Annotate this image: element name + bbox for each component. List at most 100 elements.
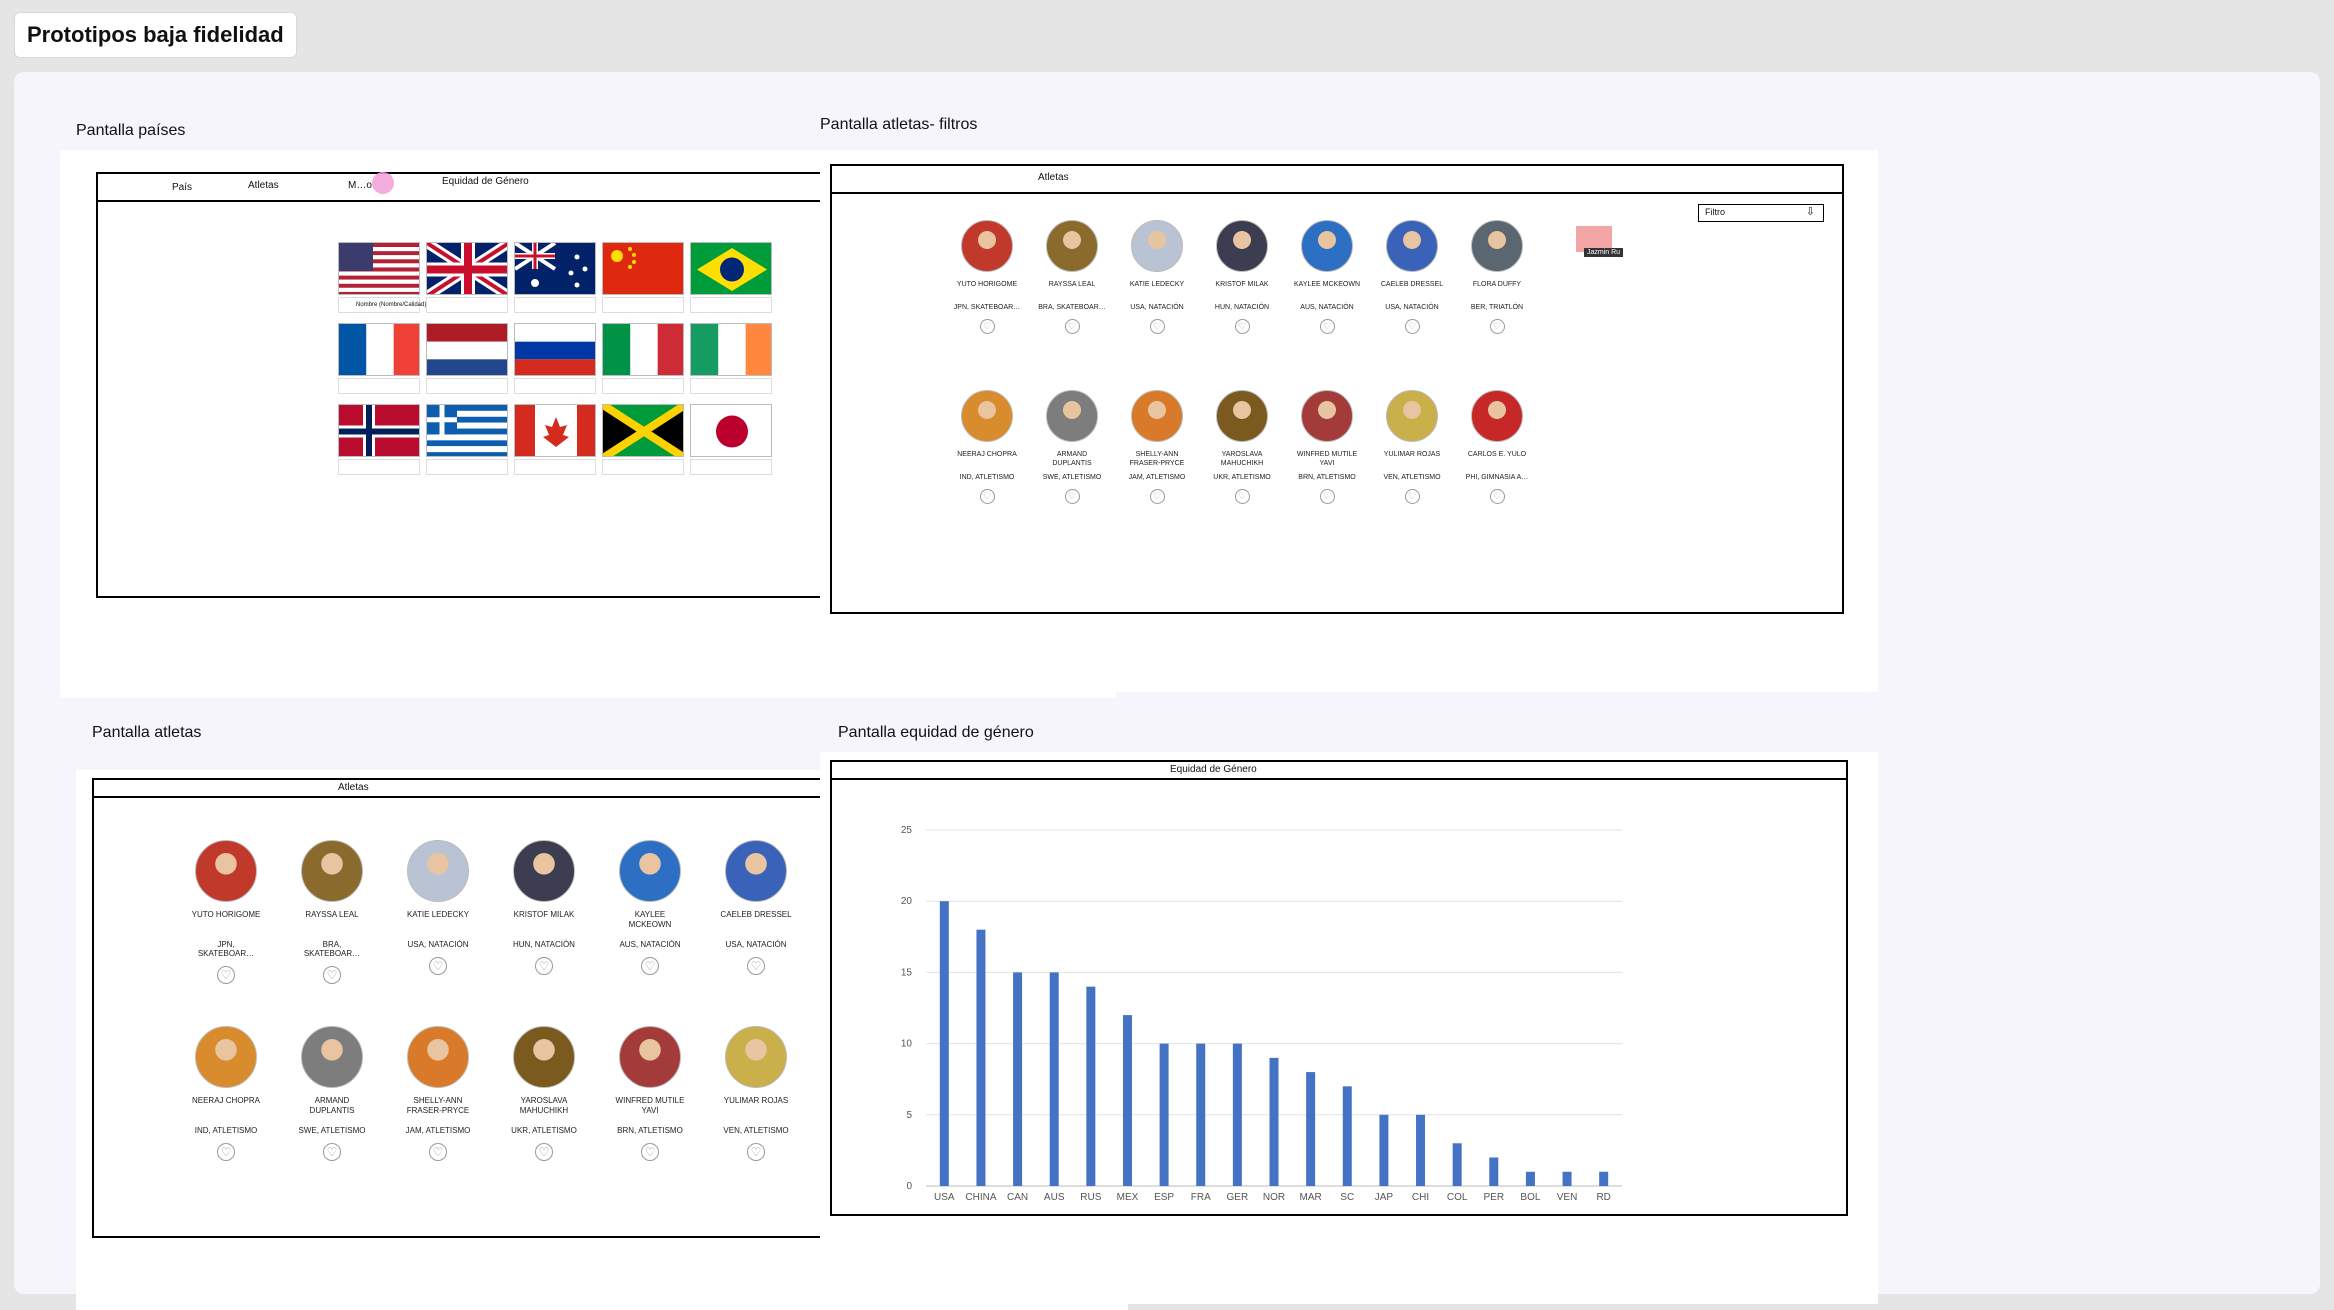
heart-icon[interactable]: ♡ bbox=[323, 1143, 341, 1161]
flag-russia[interactable] bbox=[514, 323, 596, 394]
heart-icon[interactable]: ♡ bbox=[1234, 489, 1250, 505]
flag-ireland[interactable] bbox=[690, 323, 772, 394]
flag-brazil[interactable] bbox=[690, 242, 772, 313]
heart-icon[interactable]: ♡ bbox=[323, 966, 341, 984]
heart-icon[interactable]: ♡ bbox=[217, 966, 235, 984]
bar-nor bbox=[1269, 1057, 1279, 1186]
heart-icon[interactable]: ♡ bbox=[641, 957, 659, 975]
filter-label: Filtro bbox=[1705, 207, 1725, 217]
athlete-name: KAYLEE MCKEOWN bbox=[628, 910, 672, 930]
athlete-card[interactable]: KRISTOF MILAK HUN, NATACIÓN ♡ bbox=[1207, 220, 1277, 334]
athlete-card[interactable]: KRISTOF MILAK HUN, NATACIÓN ♡ bbox=[508, 840, 580, 975]
cursor-indicator bbox=[372, 172, 394, 194]
heart-icon[interactable]: ♡ bbox=[1234, 319, 1250, 334]
x-tick-label: CHINA bbox=[965, 1192, 996, 1203]
athlete-card[interactable]: YULIMAR ROJAS VEN, ATLETISMO ♡ bbox=[720, 1026, 792, 1161]
heart-icon[interactable]: ♡ bbox=[747, 1143, 765, 1161]
athlete-card[interactable]: KAYLEE MCKEOWN AUS, NATACIÓN ♡ bbox=[1292, 220, 1362, 334]
flag-netherlands[interactable] bbox=[426, 323, 508, 394]
athlete-card[interactable]: YULIMAR ROJAS VEN, ATLETISMO ♡ bbox=[1377, 390, 1447, 504]
heart-icon[interactable]: ♡ bbox=[979, 489, 995, 504]
athlete-card[interactable]: YAROSLAVA MAHUCHIKH UKR, ATLETISMO ♡ bbox=[508, 1026, 580, 1161]
heart-icon[interactable]: ♡ bbox=[1149, 489, 1165, 505]
flag-image bbox=[426, 404, 508, 457]
flag-china[interactable] bbox=[602, 242, 684, 313]
athlete-card[interactable]: CAELEB DRESSEL USA, NATACIÓN ♡ bbox=[720, 840, 792, 975]
heart-icon[interactable]: ♡ bbox=[1404, 319, 1420, 334]
bar-can bbox=[1013, 972, 1023, 1186]
heart-icon[interactable]: ♡ bbox=[1064, 489, 1080, 505]
athlete-country: AUS, NATACIÓN bbox=[1300, 304, 1354, 311]
flag-greece[interactable] bbox=[426, 404, 508, 475]
nav-atletas[interactable]: Atletas bbox=[1038, 172, 1069, 183]
heart-icon[interactable]: ♡ bbox=[979, 319, 995, 334]
heart-icon[interactable]: ♡ bbox=[1489, 489, 1505, 504]
athlete-card[interactable]: WINFRED MUTILE YAVI BRN, ATLETISMO ♡ bbox=[614, 1026, 686, 1161]
heart-icon[interactable]: ♡ bbox=[1064, 319, 1080, 334]
heart-icon[interactable]: ♡ bbox=[217, 1143, 235, 1161]
athlete-card[interactable]: SHELLY-ANN FRASER-PRYCE JAM, ATLETISMO ♡ bbox=[402, 1026, 474, 1161]
athlete-card[interactable]: KAYLEE MCKEOWN AUS, NATACIÓN ♡ bbox=[614, 840, 686, 975]
nav-pais[interactable]: País bbox=[172, 182, 192, 193]
flag-uk[interactable] bbox=[426, 242, 508, 313]
heart-icon[interactable]: ♡ bbox=[1319, 489, 1335, 505]
heart-icon[interactable]: ♡ bbox=[1404, 489, 1420, 504]
athlete-card[interactable]: YUTO HORIGOME JPN, SKATEBOAR… ♡ bbox=[190, 840, 262, 984]
athlete-card[interactable]: SHELLY-ANN FRASER-PRYCE JAM, ATLETISMO ♡ bbox=[1122, 390, 1192, 505]
x-tick-label: MAR bbox=[1300, 1192, 1322, 1203]
athlete-card[interactable]: NEERAJ CHOPRA IND, ATLETISMO ♡ bbox=[190, 1026, 262, 1161]
athlete-card[interactable]: CAELEB DRESSEL USA, NATACIÓN ♡ bbox=[1377, 220, 1447, 334]
nav-atletas[interactable]: Atletas bbox=[338, 782, 369, 793]
athlete-photo bbox=[1386, 390, 1438, 442]
nav-atletas[interactable]: Atletas bbox=[248, 180, 279, 191]
nav-equidad[interactable]: Equidad de Género bbox=[442, 176, 529, 187]
heart-icon[interactable]: ♡ bbox=[1319, 319, 1335, 334]
x-tick-label: VEN bbox=[1557, 1192, 1578, 1203]
athlete-card[interactable]: KATIE LEDECKY USA, NATACIÓN ♡ bbox=[1122, 220, 1192, 334]
athlete-country: JAM, ATLETISMO bbox=[405, 1126, 471, 1135]
heart-icon[interactable]: ♡ bbox=[429, 1143, 447, 1161]
flag-jamaica[interactable] bbox=[602, 404, 684, 475]
athlete-card[interactable]: WINFRED MUTILE YAVI BRN, ATLETISMO ♡ bbox=[1292, 390, 1362, 505]
athlete-card[interactable]: ARMAND DUPLANTIS SWE, ATLETISMO ♡ bbox=[296, 1026, 368, 1161]
frame-equidad[interactable]: Equidad de Género 0 5 10 15 20 25 USA CHINA CAN A… bbox=[820, 752, 1878, 1304]
flag-canada[interactable] bbox=[514, 404, 596, 475]
flag-italy[interactable] bbox=[602, 323, 684, 394]
filter-dropdown[interactable]: Filtro ⇩ bbox=[1698, 204, 1824, 222]
athlete-country: UKR, ATLETISMO bbox=[1213, 474, 1271, 482]
heart-icon[interactable]: ♡ bbox=[747, 957, 765, 975]
heart-icon[interactable]: ♡ bbox=[1489, 319, 1505, 334]
flag-image bbox=[602, 404, 684, 457]
heart-icon[interactable]: ♡ bbox=[535, 957, 553, 975]
heart-icon[interactable]: ♡ bbox=[641, 1143, 659, 1161]
nav-equidad[interactable]: Equidad de Género bbox=[1170, 764, 1257, 775]
athlete-name: YULIMAR ROJAS bbox=[1383, 451, 1441, 458]
page-title[interactable]: Prototipos baja fidelidad bbox=[14, 12, 297, 58]
athlete-country: JPN, SKATEBOAR… bbox=[953, 304, 1021, 311]
heart-icon[interactable]: ♡ bbox=[1149, 319, 1165, 334]
flag-australia[interactable] bbox=[514, 242, 596, 313]
nav-medallas[interactable]: M…o bbox=[348, 180, 372, 191]
athlete-card[interactable]: RAYSSA LEAL BRA, SKATEBOAR… ♡ bbox=[1037, 220, 1107, 334]
flag-japan[interactable] bbox=[690, 404, 772, 475]
athlete-card[interactable]: NEERAJ CHOPRA IND, ATLETISMO ♡ bbox=[952, 390, 1022, 504]
athlete-name: YAROSLAVA MAHUCHIKH bbox=[519, 1096, 569, 1116]
athlete-card[interactable]: RAYSSA LEAL BRA, SKATEBOAR… ♡ bbox=[296, 840, 368, 984]
x-tick-label: USA bbox=[934, 1192, 955, 1203]
athlete-card[interactable]: KATIE LEDECKY USA, NATACIÓN ♡ bbox=[402, 840, 474, 975]
flag-caption bbox=[426, 459, 508, 475]
athlete-card[interactable]: FLORA DUFFY BER, TRIATLÓN ♡ bbox=[1462, 220, 1532, 334]
athlete-card[interactable]: ARMAND DUPLANTIS SWE, ATLETISMO ♡ bbox=[1037, 390, 1107, 505]
frame-filtros[interactable]: Atletas Filtro ⇩ YUTO HORIGOME JPN, SKATE… bbox=[820, 150, 1878, 692]
flag-france[interactable] bbox=[338, 323, 420, 394]
athlete-country: JPN, SKATEBOAR… bbox=[197, 940, 255, 958]
section-label-equidad: Pantalla equidad de género bbox=[838, 724, 1034, 741]
flag-norway[interactable] bbox=[338, 404, 420, 475]
athlete-card[interactable]: CARLOS E. YULO PHI, GIMNASIA A… ♡ bbox=[1462, 390, 1532, 504]
athlete-card[interactable]: YUTO HORIGOME JPN, SKATEBOAR… ♡ bbox=[952, 220, 1022, 334]
heart-icon[interactable]: ♡ bbox=[429, 957, 447, 975]
athlete-card[interactable]: YAROSLAVA MAHUCHIKH UKR, ATLETISMO ♡ bbox=[1207, 390, 1277, 505]
heart-icon[interactable]: ♡ bbox=[535, 1143, 553, 1161]
x-tick-label: NOR bbox=[1263, 1192, 1285, 1203]
athlete-country: BER, TRIATLÓN bbox=[1470, 304, 1524, 311]
